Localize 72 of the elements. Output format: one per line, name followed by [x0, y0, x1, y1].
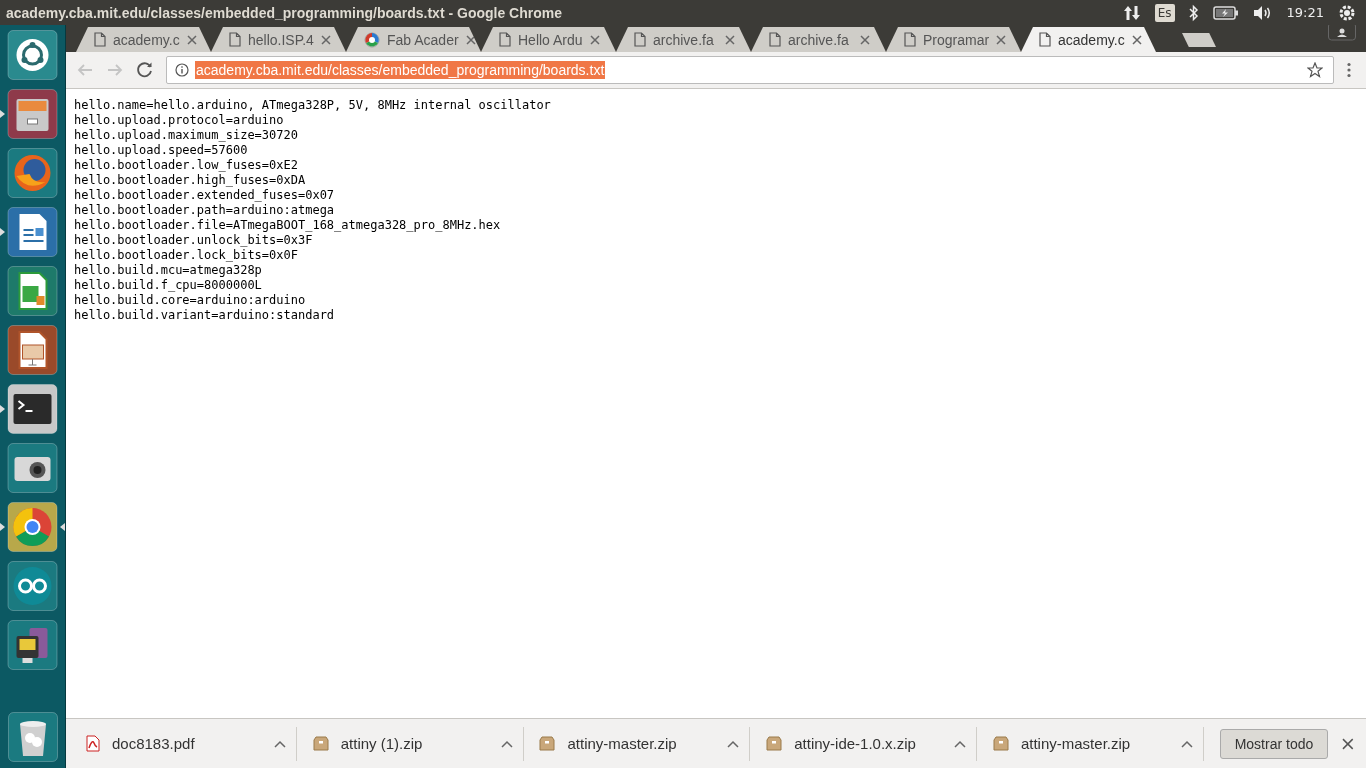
close-icon[interactable] — [186, 34, 197, 45]
caret-icon[interactable] — [953, 739, 966, 748]
package-icon — [312, 736, 329, 751]
browser-tab[interactable]: archive.fa — [616, 27, 751, 52]
close-icon[interactable] — [590, 34, 600, 45]
page-icon — [904, 32, 916, 47]
show-all-button[interactable]: Mostrar todo — [1219, 728, 1329, 759]
text-line: hello.upload.protocol=arduino — [74, 113, 285, 128]
browser-tab[interactable]: hello.ISP.4 — [211, 27, 346, 52]
close-icon[interactable] — [996, 34, 1007, 45]
keyboard-layout-indicator[interactable]: Es — [1154, 3, 1175, 22]
volume-icon[interactable] — [1252, 4, 1273, 21]
close-icon[interactable] — [860, 34, 870, 45]
download-item[interactable]: attiny-ide-1.0.x.zip — [766, 725, 976, 762]
battery-icon[interactable] — [1212, 5, 1239, 20]
text-line: hello.bootloader.high_fuses=0xDA — [74, 173, 307, 188]
page-icon — [229, 32, 241, 47]
close-icon[interactable] — [465, 34, 476, 45]
bluetooth-icon[interactable] — [1188, 3, 1199, 22]
page-icon — [634, 32, 646, 47]
browser-tab[interactable]: Hello Ardu — [481, 27, 616, 52]
download-item[interactable]: attiny-master.zip — [539, 725, 750, 762]
text-line: hello.build.mcu=atmega328p — [74, 263, 263, 278]
clock[interactable]: 19:21 — [1286, 5, 1324, 20]
network-arrows-icon[interactable] — [1122, 3, 1141, 22]
close-icon[interactable] — [320, 34, 331, 45]
text-line: hello.bootloader.file=ATmegaBOOT_168_atmega328_pro_8MHz.hex — [74, 218, 502, 233]
package-icon — [766, 736, 783, 751]
text-line: hello.upload.speed=57600 — [74, 143, 249, 158]
star-icon[interactable] — [1307, 62, 1323, 78]
browser-tab[interactable]: archive.fa — [751, 27, 886, 52]
reload-icon[interactable] — [136, 61, 154, 79]
caret-icon[interactable] — [727, 739, 740, 748]
text-line: hello.build.core=arduino:arduino — [74, 293, 307, 308]
round-logo-icon[interactable] — [0, 501, 65, 552]
package-icon — [992, 736, 1009, 751]
trash-icon[interactable] — [7, 711, 58, 762]
page-icon — [94, 32, 106, 47]
caret-icon[interactable] — [273, 739, 286, 748]
text-line: hello.upload.maximum_size=30720 — [74, 128, 299, 143]
download-item[interactable]: attiny (1).zip — [312, 725, 523, 762]
text-line: hello.bootloader.lock_bits=0x0F — [74, 248, 299, 263]
text-line: hello.build.variant=arduino:standard — [74, 308, 336, 323]
close-icon[interactable] — [725, 34, 735, 45]
text-line: hello.bootloader.path=arduino:atmega — [74, 203, 336, 218]
text-line: hello.name=hello.arduino, ATmega328P, 5V, 8MHz internal oscillator — [74, 98, 552, 113]
text-line: hello.bootloader.extended_fuses=0x07 — [74, 188, 336, 203]
text-line: hello.bootloader.unlock_bits=0x3F — [74, 233, 314, 248]
window-title: academy.cba.mit.edu/classes/embedded_programming/boards.txt - Google Chrome — [6, 4, 562, 21]
close-icon[interactable] — [1131, 34, 1142, 45]
close-icon[interactable] — [1342, 737, 1354, 750]
info-icon — [175, 63, 189, 77]
caret-icon[interactable] — [1180, 739, 1193, 748]
browser-tab[interactable]: academy.c — [1021, 27, 1156, 52]
download-item[interactable]: attiny-master.zip — [992, 725, 1203, 762]
browser-tab[interactable]: academy.c — [76, 27, 211, 52]
text-line: hello.build.f_cpu=8000000L — [74, 278, 263, 293]
person-icon[interactable] — [1328, 25, 1356, 41]
browser-tab[interactable]: Fab Acader — [346, 27, 481, 52]
new-tab-button[interactable] — [1182, 33, 1216, 47]
browser-tab[interactable]: Programar — [886, 27, 1021, 52]
power-gear-icon[interactable] — [1338, 3, 1356, 22]
caret-icon[interactable] — [500, 739, 513, 748]
page-icon — [1039, 32, 1051, 47]
pdf-file-icon — [86, 735, 100, 752]
colored-circle-icon — [364, 31, 380, 48]
page-icon — [769, 32, 781, 47]
download-item[interactable]: doc8183.pdf — [86, 725, 296, 762]
page-icon — [499, 32, 511, 47]
package-icon — [539, 736, 556, 751]
text-line: hello.bootloader.low_fuses=0xE2 — [74, 158, 299, 173]
menu-dots-icon[interactable] — [1346, 62, 1352, 78]
